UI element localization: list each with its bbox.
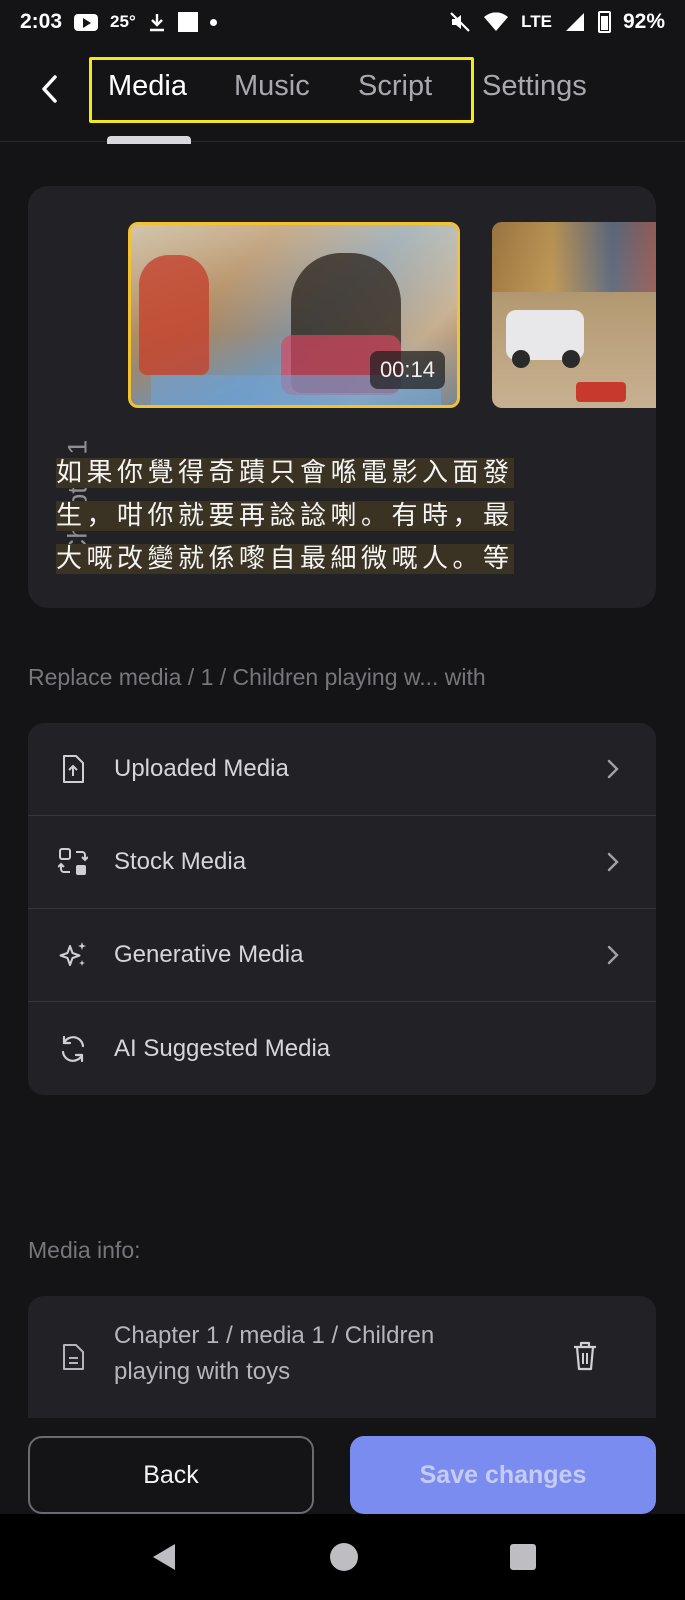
replace-options-list: Uploaded Media Stock Media Generative Me…	[28, 723, 656, 1095]
trash-icon[interactable]	[570, 1340, 600, 1372]
option-ai-suggested-media[interactable]: AI Suggested Media	[28, 1002, 656, 1095]
replace-media-path: Replace media / 1 / Children playing w..…	[28, 664, 486, 690]
status-time: 2:03	[20, 10, 63, 33]
option-label: Uploaded Media	[114, 755, 289, 782]
nav-recents-icon[interactable]	[509, 1543, 537, 1571]
battery-percent: 92%	[622, 10, 665, 33]
option-uploaded-media[interactable]: Uploaded Media	[28, 723, 656, 816]
battery-icon	[597, 11, 611, 33]
chapter-card: Chapter 1 00:14 如果你覺得奇蹟只會喺電影入面發 生，咁你就要再諗…	[28, 186, 656, 608]
save-changes-button[interactable]: Save changes	[350, 1436, 656, 1514]
classroom-chairs-shape	[492, 222, 656, 292]
script-text[interactable]: 如果你覺得奇蹟只會喺電影入面發 生，咁你就要再諗諗喇。有時，最 大嘅改變就係嚟自…	[56, 452, 590, 581]
status-right: LTE 92%	[449, 10, 665, 34]
option-generative-media[interactable]: Generative Media	[28, 909, 656, 1002]
option-label: Stock Media	[114, 848, 247, 875]
tab-script[interactable]: Script	[358, 70, 432, 103]
android-navigation-bar	[0, 1514, 685, 1600]
document-icon	[63, 1344, 84, 1370]
option-label: AI Suggested Media	[114, 1034, 331, 1062]
chevron-right-icon	[607, 852, 619, 872]
chevron-right-icon	[607, 945, 619, 965]
tab-settings[interactable]: Settings	[482, 70, 587, 103]
refresh-icon	[58, 1034, 88, 1064]
top-nav: Media Music Script Settings	[0, 44, 685, 144]
duration-badge: 00:14	[369, 351, 445, 389]
more-notifications-dot-icon	[209, 18, 217, 26]
mute-icon	[450, 12, 470, 32]
youtube-icon	[74, 13, 99, 31]
media-info-text: Chapter 1 / media 1 / Children playing w…	[114, 1322, 435, 1385]
notification-square-icon	[177, 12, 198, 32]
network-type-label: LTE	[521, 12, 552, 31]
active-tab-indicator	[107, 136, 191, 144]
option-label: Generative Media	[114, 941, 304, 968]
status-bar: 2:03 25° LTE 92%	[0, 0, 685, 44]
wifi-icon	[484, 12, 509, 31]
option-stock-media[interactable]: Stock Media	[28, 816, 656, 909]
sparkles-icon	[58, 940, 88, 970]
tab-music[interactable]: Music	[234, 70, 310, 103]
upload-file-icon	[58, 754, 88, 784]
media-thumbnail-selected[interactable]: 00:14	[128, 222, 460, 408]
media-info-card: Chapter 1 / media 1 / Children playing w…	[28, 1296, 656, 1418]
tab-media[interactable]: Media	[108, 70, 187, 103]
nav-home-icon[interactable]	[329, 1542, 359, 1572]
toy-car-wheel-shape	[512, 350, 530, 368]
back-button[interactable]: Back	[28, 1436, 314, 1514]
toy-car-wheel-shape	[562, 350, 580, 368]
script-line: 如果你覺得奇蹟只會喺電影入面發	[56, 458, 514, 488]
script-line: 大嘅改變就係嚟自最細微嘅人。等	[56, 544, 514, 574]
nav-back-icon[interactable]	[149, 1542, 179, 1572]
toy-block-shape	[576, 382, 626, 402]
script-line: 生，咁你就要再諗諗喇。有時，最	[56, 501, 514, 531]
media-info-label: Media info:	[28, 1237, 141, 1263]
bottom-action-bar: Back Save changes	[0, 1418, 685, 1514]
back-arrow-icon[interactable]	[34, 72, 64, 106]
chevron-right-icon	[607, 759, 619, 779]
status-left: 2:03 25°	[20, 10, 217, 34]
child-figure-shape	[139, 255, 209, 375]
status-temperature: 25°	[110, 12, 136, 31]
download-icon	[149, 14, 164, 32]
signal-icon	[565, 13, 584, 31]
swap-shapes-icon	[58, 847, 88, 877]
media-thumbnail[interactable]	[492, 222, 656, 408]
